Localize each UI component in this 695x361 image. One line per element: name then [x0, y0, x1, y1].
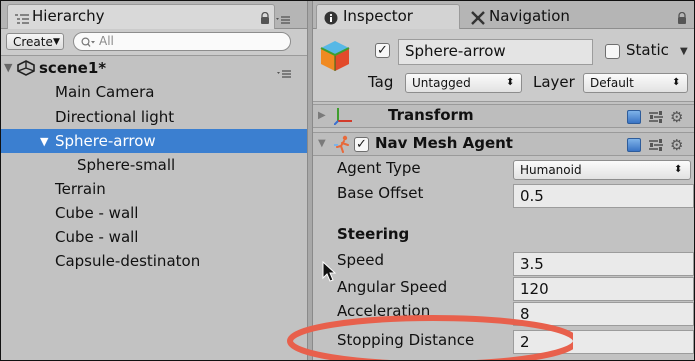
transform-axes-icon: [333, 107, 354, 129]
list-item[interactable]: Sphere-small: [77, 153, 175, 177]
speed-field[interactable]: 3.5: [513, 252, 694, 276]
expand-arrow-icon[interactable]: ▼: [40, 135, 48, 148]
create-button[interactable]: Create ▼: [6, 33, 64, 50]
navigation-icon: [471, 10, 485, 29]
scene-expand-arrow[interactable]: ▼: [4, 61, 12, 74]
unity-scene-icon: [17, 60, 35, 80]
settings-gear-icon[interactable]: ⚙: [670, 108, 683, 126]
layer-dropdown-arrow-icon: ⬍: [672, 77, 681, 88]
preset-icon[interactable]: [649, 137, 663, 156]
layer-label: Layer: [533, 73, 575, 91]
scene-menu-icon[interactable]: [277, 64, 291, 83]
agent-type-label: Agent Type: [337, 159, 421, 177]
base-offset-field[interactable]: 0.5: [513, 184, 694, 208]
search-icon: [81, 36, 95, 53]
create-dropdown-icon: ▼: [53, 37, 60, 47]
angular-speed-label: Angular Speed: [337, 278, 448, 296]
hierarchy-tab[interactable]: Hierarchy: [7, 4, 275, 29]
list-item[interactable]: Cube - wall: [55, 201, 138, 225]
transform-component-header[interactable]: ▶ Transform ⚙: [313, 104, 694, 128]
agent-type-arrow-icon: ⬍: [674, 164, 683, 175]
info-icon: [324, 10, 338, 29]
tag-dropdown[interactable]: Untagged ⬍: [405, 73, 522, 93]
layer-value: Default: [590, 76, 634, 90]
object-header: ✓ Sphere-arrow Static ▼ Tag Untagged ⬍ L…: [313, 29, 694, 102]
help-book-icon[interactable]: [627, 138, 641, 152]
inspector-tab-title: Inspector: [343, 7, 413, 25]
hierarchy-search-input[interactable]: All: [73, 32, 291, 51]
hierarchy-tab-bar: Hierarchy: [1, 1, 307, 29]
create-label: Create: [13, 35, 53, 49]
navmesh-agent-component-header[interactable]: ▼ ✓ Nav Mesh Agent ⚙: [313, 132, 694, 156]
unity-editor-window: Hierarchy Create ▼ All ▼ scene1* Main Ca…: [0, 0, 695, 361]
lock-icon[interactable]: [260, 9, 270, 28]
settings-gear-icon[interactable]: ⚙: [670, 136, 683, 154]
object-name-field[interactable]: Sphere-arrow: [398, 39, 593, 65]
agent-type-value: Humanoid: [520, 163, 582, 177]
scene-name: scene1*: [39, 59, 107, 77]
navmesh-agent-icon: [334, 135, 352, 157]
list-item[interactable]: Directional light: [55, 105, 174, 129]
hierarchy-panel: Hierarchy Create ▼ All ▼ scene1* Main Ca…: [1, 1, 307, 360]
inspector-tab[interactable]: Inspector: [316, 4, 460, 30]
list-item[interactable]: Capsule-destinaton: [55, 249, 200, 273]
active-checkbox[interactable]: ✓: [375, 43, 390, 58]
static-dropdown-icon[interactable]: ▼: [680, 46, 688, 57]
hierarchy-tab-title: Hierarchy: [32, 7, 105, 25]
navmesh-collapse-arrow[interactable]: ▼: [318, 138, 326, 149]
tag-label: Tag: [368, 73, 394, 91]
speed-label: Speed: [337, 251, 385, 269]
list-item[interactable]: Terrain: [55, 177, 106, 201]
cube-icon: [319, 39, 351, 77]
transform-label: Transform: [388, 106, 474, 124]
scene-row[interactable]: ▼ scene1*: [1, 56, 307, 80]
inspector-lock-icon[interactable]: [677, 9, 687, 28]
base-offset-label: Base Offset: [337, 184, 424, 202]
agent-type-dropdown[interactable]: Humanoid ⬍: [513, 160, 691, 180]
mouse-pointer-icon: [322, 260, 337, 287]
inspector-tab-bar: Inspector Navigation: [313, 1, 694, 30]
help-book-icon[interactable]: [627, 110, 641, 124]
inspector-panel: Inspector Navigation ✓ Sphere-arrow Stat…: [287, 1, 694, 360]
list-item[interactable]: Main Camera: [55, 80, 154, 104]
preset-icon[interactable]: [649, 109, 663, 128]
steering-section-label: Steering: [337, 225, 410, 243]
hierarchy-toolbar: Create ▼ All: [1, 29, 307, 56]
navmesh-enabled-checkbox[interactable]: ✓: [354, 137, 369, 152]
static-label: Static: [626, 41, 669, 59]
transform-collapse-arrow[interactable]: ▶: [318, 110, 326, 121]
static-checkbox[interactable]: [605, 44, 620, 59]
navigation-tab[interactable]: Navigation: [461, 4, 585, 28]
hierarchy-list-icon: [15, 10, 29, 29]
navigation-tab-title: Navigation: [489, 7, 570, 25]
tag-value: Untagged: [412, 76, 471, 90]
highlight-ellipse: [287, 315, 573, 360]
tag-dropdown-arrow-icon: ⬍: [506, 77, 515, 88]
list-item[interactable]: Sphere-arrow: [55, 129, 156, 153]
layer-dropdown[interactable]: Default ⬍: [583, 73, 688, 93]
navmesh-agent-label: Nav Mesh Agent: [375, 134, 513, 152]
list-item[interactable]: Cube - wall: [55, 225, 138, 249]
panel-menu-icon[interactable]: [276, 10, 290, 29]
angular-speed-field[interactable]: 120: [513, 277, 694, 301]
search-placeholder: All: [99, 34, 114, 48]
